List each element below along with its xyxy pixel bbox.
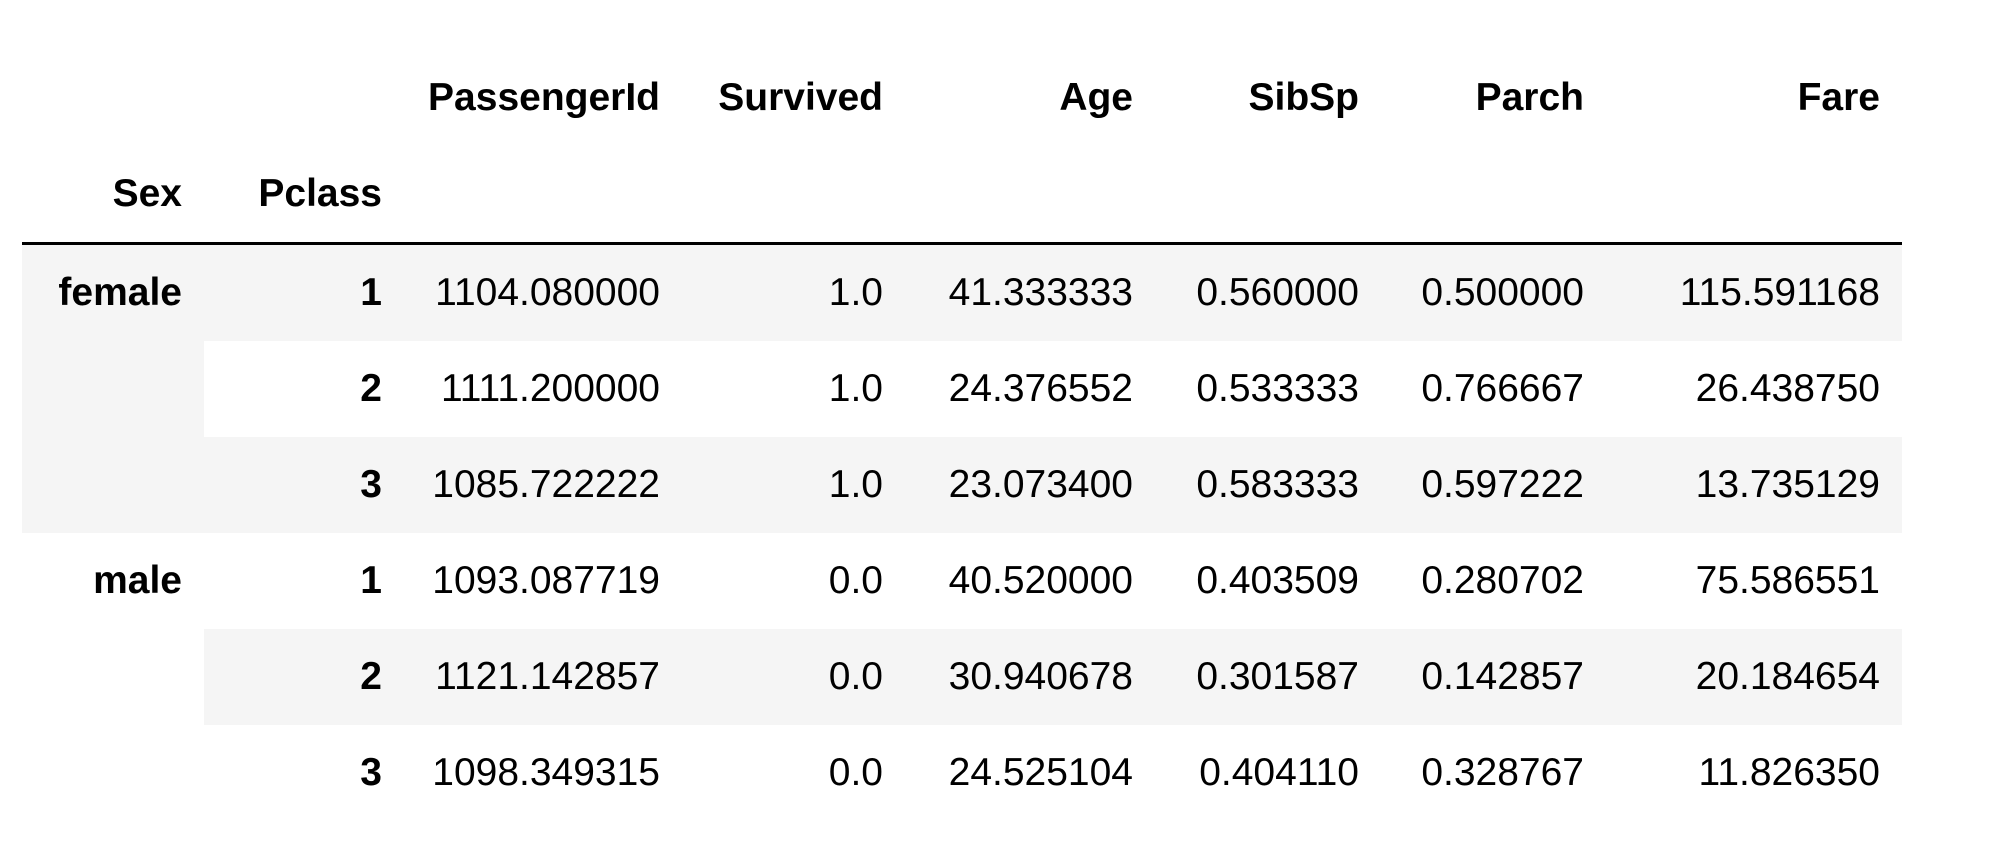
table-cell: 1.0 (828, 367, 883, 410)
table-cell: 0.583333 (1155, 437, 1381, 533)
table-cell: 23.073400 (905, 437, 1155, 533)
table-cell: 1.0 (682, 437, 905, 533)
index-pclass: 3 (360, 751, 382, 794)
table-cell: 24.525104 (948, 751, 1133, 794)
table-cell: 1111.200000 (440, 367, 660, 410)
table-row: 2 1111.200000 1.0 24.376552 0.533333 0.7… (22, 341, 1902, 437)
column-header-fare: Fare (1797, 76, 1880, 119)
table-row: 2 1121.142857 0.0 30.940678 0.301587 0.1… (22, 629, 1902, 725)
table-cell: 75.586551 (1695, 559, 1880, 602)
table-cell: 0.560000 (1155, 243, 1381, 341)
blank-header-cell (682, 146, 905, 245)
table-cell: 0.766667 (1421, 367, 1584, 410)
table-cell: 24.376552 (948, 367, 1133, 410)
blank-header-cell (905, 146, 1155, 245)
table-row: male 1 1093.087719 0.0 40.520000 0.40350… (22, 533, 1902, 629)
blank-header-cell (404, 146, 682, 245)
column-header-sibsp: SibSp (1248, 76, 1359, 119)
table-cell: 40.520000 (948, 559, 1133, 602)
table-cell: 26.438750 (1695, 367, 1880, 410)
table-cell: 11.826350 (1698, 751, 1880, 794)
table-cell: 1098.349315 (432, 751, 660, 794)
table-cell: 13.735129 (1606, 437, 1902, 533)
blank-header-cell (22, 50, 204, 146)
table-cell: 0.0 (828, 559, 883, 602)
table-cell: 0.404110 (1199, 751, 1359, 794)
table-cell: 0.597222 (1381, 437, 1606, 533)
table-cell: 20.184654 (1606, 629, 1902, 725)
table-row: 3 1098.349315 0.0 24.525104 0.404110 0.3… (22, 725, 1902, 821)
index-group-label: female (22, 243, 204, 533)
table-cell: 0.533333 (1196, 367, 1359, 410)
table-cell: 115.591168 (1606, 243, 1902, 341)
column-header-parch: Parch (1475, 76, 1584, 119)
column-header-age: Age (1059, 76, 1133, 119)
table-cell: 1093.087719 (432, 559, 660, 602)
table-cell: 0.0 (828, 751, 883, 794)
index-name-sex: Sex (22, 146, 204, 245)
index-name-row: Sex Pclass (22, 146, 1902, 245)
column-header-survived: Survived (718, 76, 883, 119)
table-cell: 0.301587 (1155, 629, 1381, 725)
table-row: female 1 1104.080000 1.0 41.333333 0.560… (22, 243, 1902, 533)
index-pclass: 3 (204, 437, 404, 533)
index-pclass: 1 (204, 243, 404, 341)
index-group-label: male (93, 559, 182, 602)
column-header-row: PassengerId Survived Age SibSp Parch Far… (22, 50, 1902, 146)
table-cell: 0.0 (682, 629, 905, 725)
blank-header-cell (1155, 146, 1381, 245)
table-cell: 30.940678 (905, 629, 1155, 725)
table-cell: 1121.142857 (404, 629, 682, 725)
grouped-mean-table: PassengerId Survived Age SibSp Parch Far… (22, 50, 1902, 821)
table-cell: 0.500000 (1381, 243, 1606, 341)
index-pclass: 1 (360, 559, 382, 602)
blank-header-cell (1381, 146, 1606, 245)
table-cell: 0.280702 (1421, 559, 1584, 602)
index-pclass: 2 (204, 629, 404, 725)
index-name-pclass: Pclass (204, 146, 404, 245)
table-cell: 1104.080000 (404, 243, 682, 341)
table-cell: 1.0 (682, 243, 905, 341)
table-row: 3 1085.722222 1.0 23.073400 0.583333 0.5… (22, 437, 1902, 533)
table-cell: 1085.722222 (404, 437, 682, 533)
table-cell: 0.328767 (1421, 751, 1584, 794)
table-cell: 0.142857 (1381, 629, 1606, 725)
table-cell: 41.333333 (905, 243, 1155, 341)
column-header-passengerid: PassengerId (428, 76, 660, 119)
dataframe-output: PassengerId Survived Age SibSp Parch Far… (0, 0, 2000, 857)
blank-header-cell (204, 50, 404, 146)
index-pclass: 2 (360, 367, 382, 410)
table-cell: 0.403509 (1196, 559, 1359, 602)
blank-header-cell (1606, 146, 1902, 245)
